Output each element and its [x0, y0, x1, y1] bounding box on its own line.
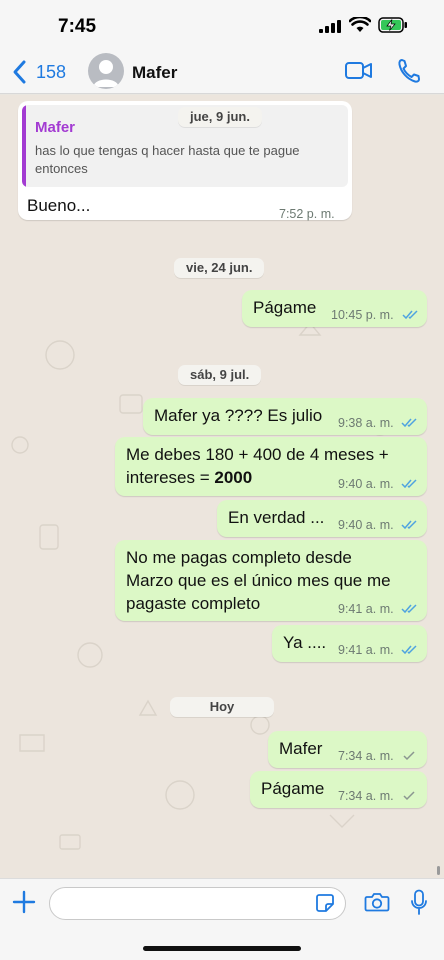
person-icon [93, 60, 119, 87]
camera-icon[interactable] [364, 891, 390, 913]
message-input[interactable] [49, 887, 346, 920]
video-call-icon[interactable] [344, 60, 374, 82]
date-separator: Hoy [170, 697, 274, 717]
message-text: Págame [253, 298, 317, 317]
outgoing-message-bubble[interactable]: En verdad ... 9:40 a. m. [217, 500, 427, 537]
message-text-line: Marzo que es el único mes que me [126, 571, 391, 590]
outgoing-message-bubble[interactable]: No me pagas completo desde Marzo que es … [115, 540, 427, 621]
back-unread-count[interactable]: 158 [36, 62, 66, 83]
chevron-left-icon[interactable] [10, 59, 30, 85]
status-time: 7:45 [58, 16, 97, 37]
double-check-read-icon [401, 418, 417, 428]
chat-area[interactable]: Mafer has lo que tengas q hacer hasta qu… [0, 95, 444, 878]
message-text-prefix: intereses = [126, 468, 215, 487]
message-input-bar [0, 878, 444, 960]
double-check-read-icon [401, 645, 417, 655]
phone-icon[interactable] [396, 57, 422, 85]
wifi-icon [349, 17, 371, 32]
double-check-read-icon [402, 310, 418, 320]
message-text: En verdad ... [228, 508, 325, 527]
home-indicator [143, 946, 301, 951]
message-text-line: No me pagas completo desde [126, 548, 352, 567]
message-time: 9:40 a. m. [338, 477, 394, 491]
cellular-signal-icon [319, 20, 341, 33]
date-separator: vie, 24 jun. [174, 258, 265, 278]
outgoing-message-bubble[interactable]: Me debes 180 + 400 de 4 meses + interese… [115, 437, 427, 496]
contact-name[interactable]: Mafer [132, 63, 177, 83]
outgoing-message-bubble[interactable]: Págame 7:34 a. m. [250, 771, 427, 808]
sticker-icon[interactable] [315, 893, 335, 913]
outgoing-message-bubble[interactable]: Ya .... 9:41 a. m. [272, 625, 427, 662]
message-text-line: intereses = 2000 [126, 466, 252, 489]
outgoing-message-bubble[interactable]: Págame 10:45 p. m. [242, 290, 427, 327]
message-time: 7:34 a. m. [338, 789, 394, 803]
message-text: Mafer [279, 739, 323, 758]
message-text-line: pagaste completo [126, 594, 261, 613]
outgoing-message-bubble[interactable]: Mafer ya ???? Es julio 9:38 a. m. [143, 398, 427, 435]
message-text: Bueno... [27, 196, 91, 215]
scroll-indicator[interactable] [437, 866, 440, 875]
message-time: 10:45 p. m. [331, 308, 394, 322]
single-check-icon [403, 751, 415, 761]
microphone-icon[interactable] [410, 889, 428, 917]
quoted-text: has lo que tengas q hacer hasta que te p… [35, 143, 300, 176]
double-check-read-icon [401, 604, 417, 614]
status-bar: 7:45 [0, 0, 444, 52]
double-check-read-icon [401, 479, 417, 489]
double-check-read-icon [401, 520, 417, 530]
battery-charging-icon [378, 17, 407, 33]
quoted-sender-name: Mafer [35, 119, 76, 136]
quote-accent-bar [22, 105, 26, 187]
date-separator: jue, 9 jun. [178, 107, 262, 127]
message-time: 9:41 a. m. [338, 643, 394, 657]
chat-header: 158 Mafer [0, 52, 444, 94]
message-text-line: Me debes 180 + 400 de 4 meses + [126, 445, 389, 464]
message-text: Págame [261, 779, 325, 798]
message-total-amount: 2000 [214, 468, 253, 487]
date-separator: sáb, 9 jul. [178, 365, 262, 385]
outgoing-message-bubble[interactable]: Mafer 7:34 a. m. [268, 731, 427, 768]
message-text: Ya .... [283, 633, 327, 652]
message-time: 7:34 a. m. [338, 749, 394, 763]
message-time: 9:38 a. m. [338, 416, 394, 430]
plus-icon[interactable] [12, 890, 36, 914]
contact-avatar[interactable] [88, 53, 124, 89]
message-time: 7:52 p. m. [279, 207, 335, 221]
message-text: Mafer ya ???? Es julio [154, 406, 323, 425]
message-time: 9:41 a. m. [338, 602, 394, 616]
single-check-icon [403, 791, 415, 801]
message-time: 9:40 a. m. [338, 518, 394, 532]
